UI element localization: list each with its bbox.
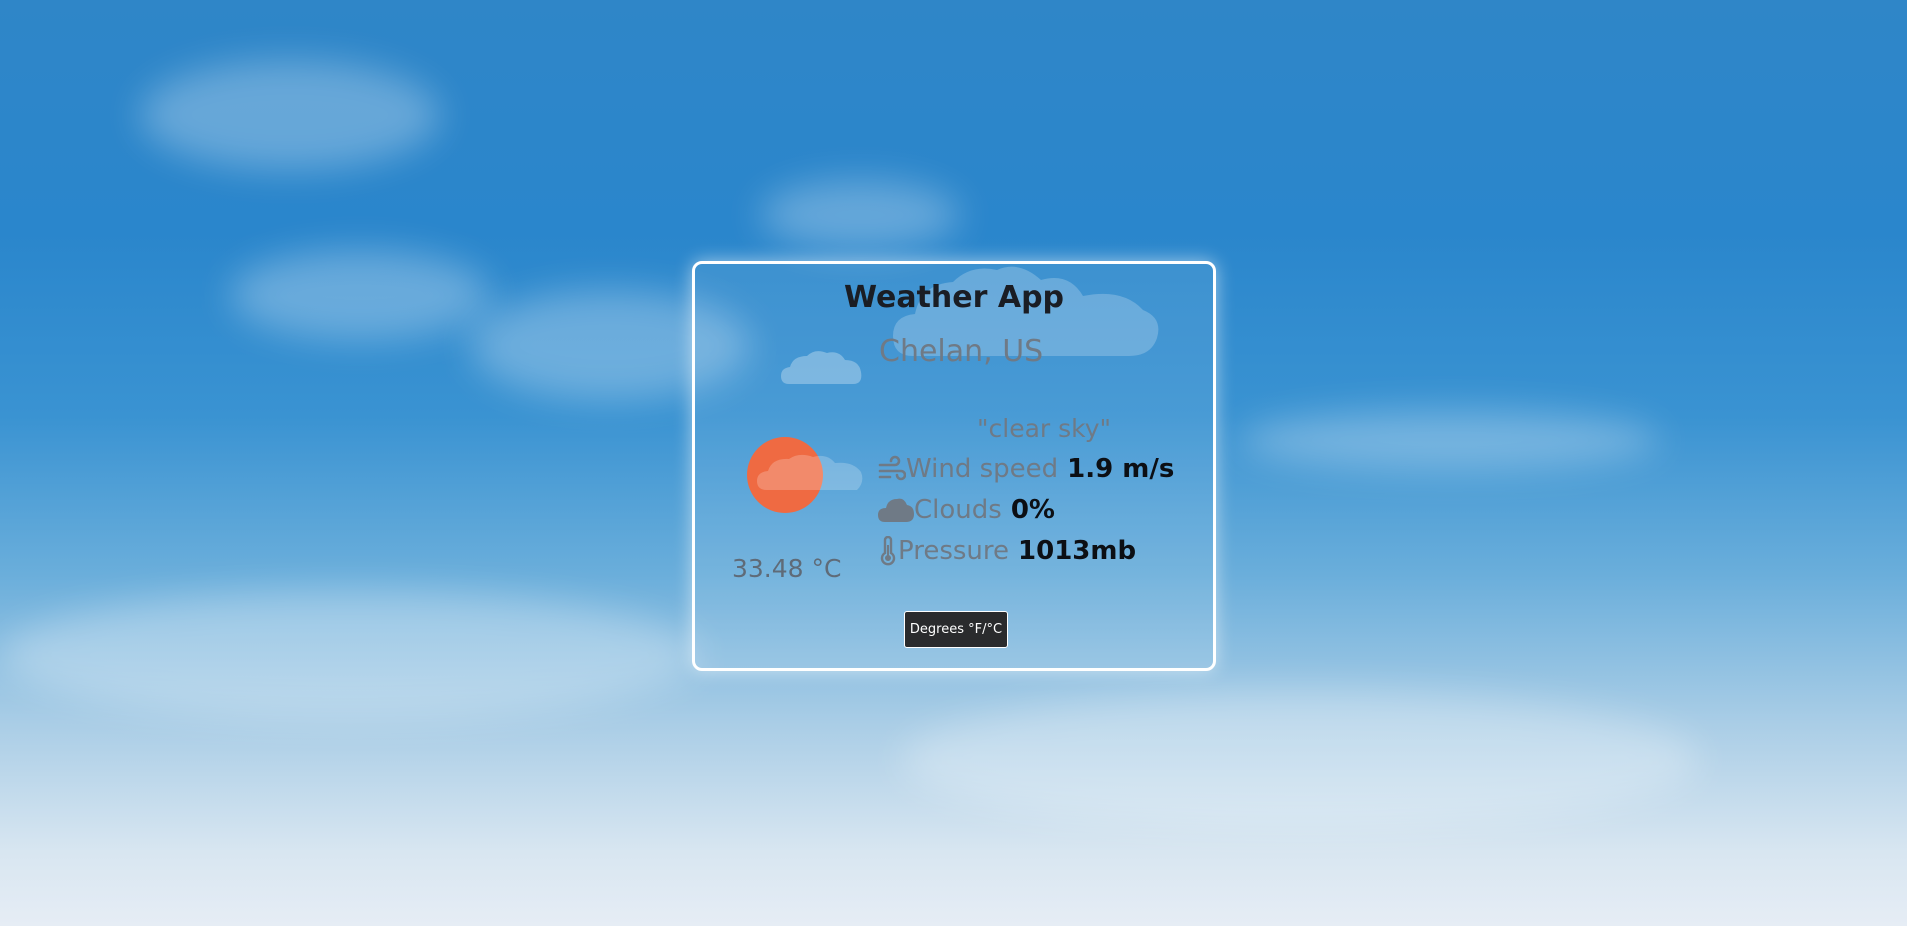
clouds-row: Clouds 0% [878, 495, 1055, 525]
weather-cloud-overlay-icon [757, 454, 863, 490]
unit-toggle-button[interactable]: Degrees °F/°C [904, 611, 1008, 648]
thermometer-icon [878, 536, 898, 566]
clouds-value: 0% [1010, 495, 1055, 525]
pressure-label: Pressure [898, 536, 1010, 566]
clouds-label: Clouds [914, 495, 1002, 525]
cloud-icon [878, 496, 914, 524]
wind-speed-value: 1.9 m/s [1067, 454, 1175, 484]
weather-card: Weather App Chelan, US 33.48 °C "clear s… [692, 261, 1216, 671]
pressure-row: Pressure 1013mb [878, 536, 1136, 566]
wind-icon [878, 455, 906, 483]
wind-speed-label: Wind speed [906, 454, 1059, 484]
wind-speed-row: Wind speed 1.9 m/s [878, 454, 1174, 484]
pressure-value: 1013mb [1018, 536, 1137, 566]
app-title: Weather App [843, 280, 1065, 315]
temperature-value: 33.48 °C [732, 554, 842, 583]
weather-description: "clear sky" [977, 414, 1112, 443]
location-name: Chelan, US [879, 334, 1044, 369]
decorative-cloud [781, 351, 862, 384]
